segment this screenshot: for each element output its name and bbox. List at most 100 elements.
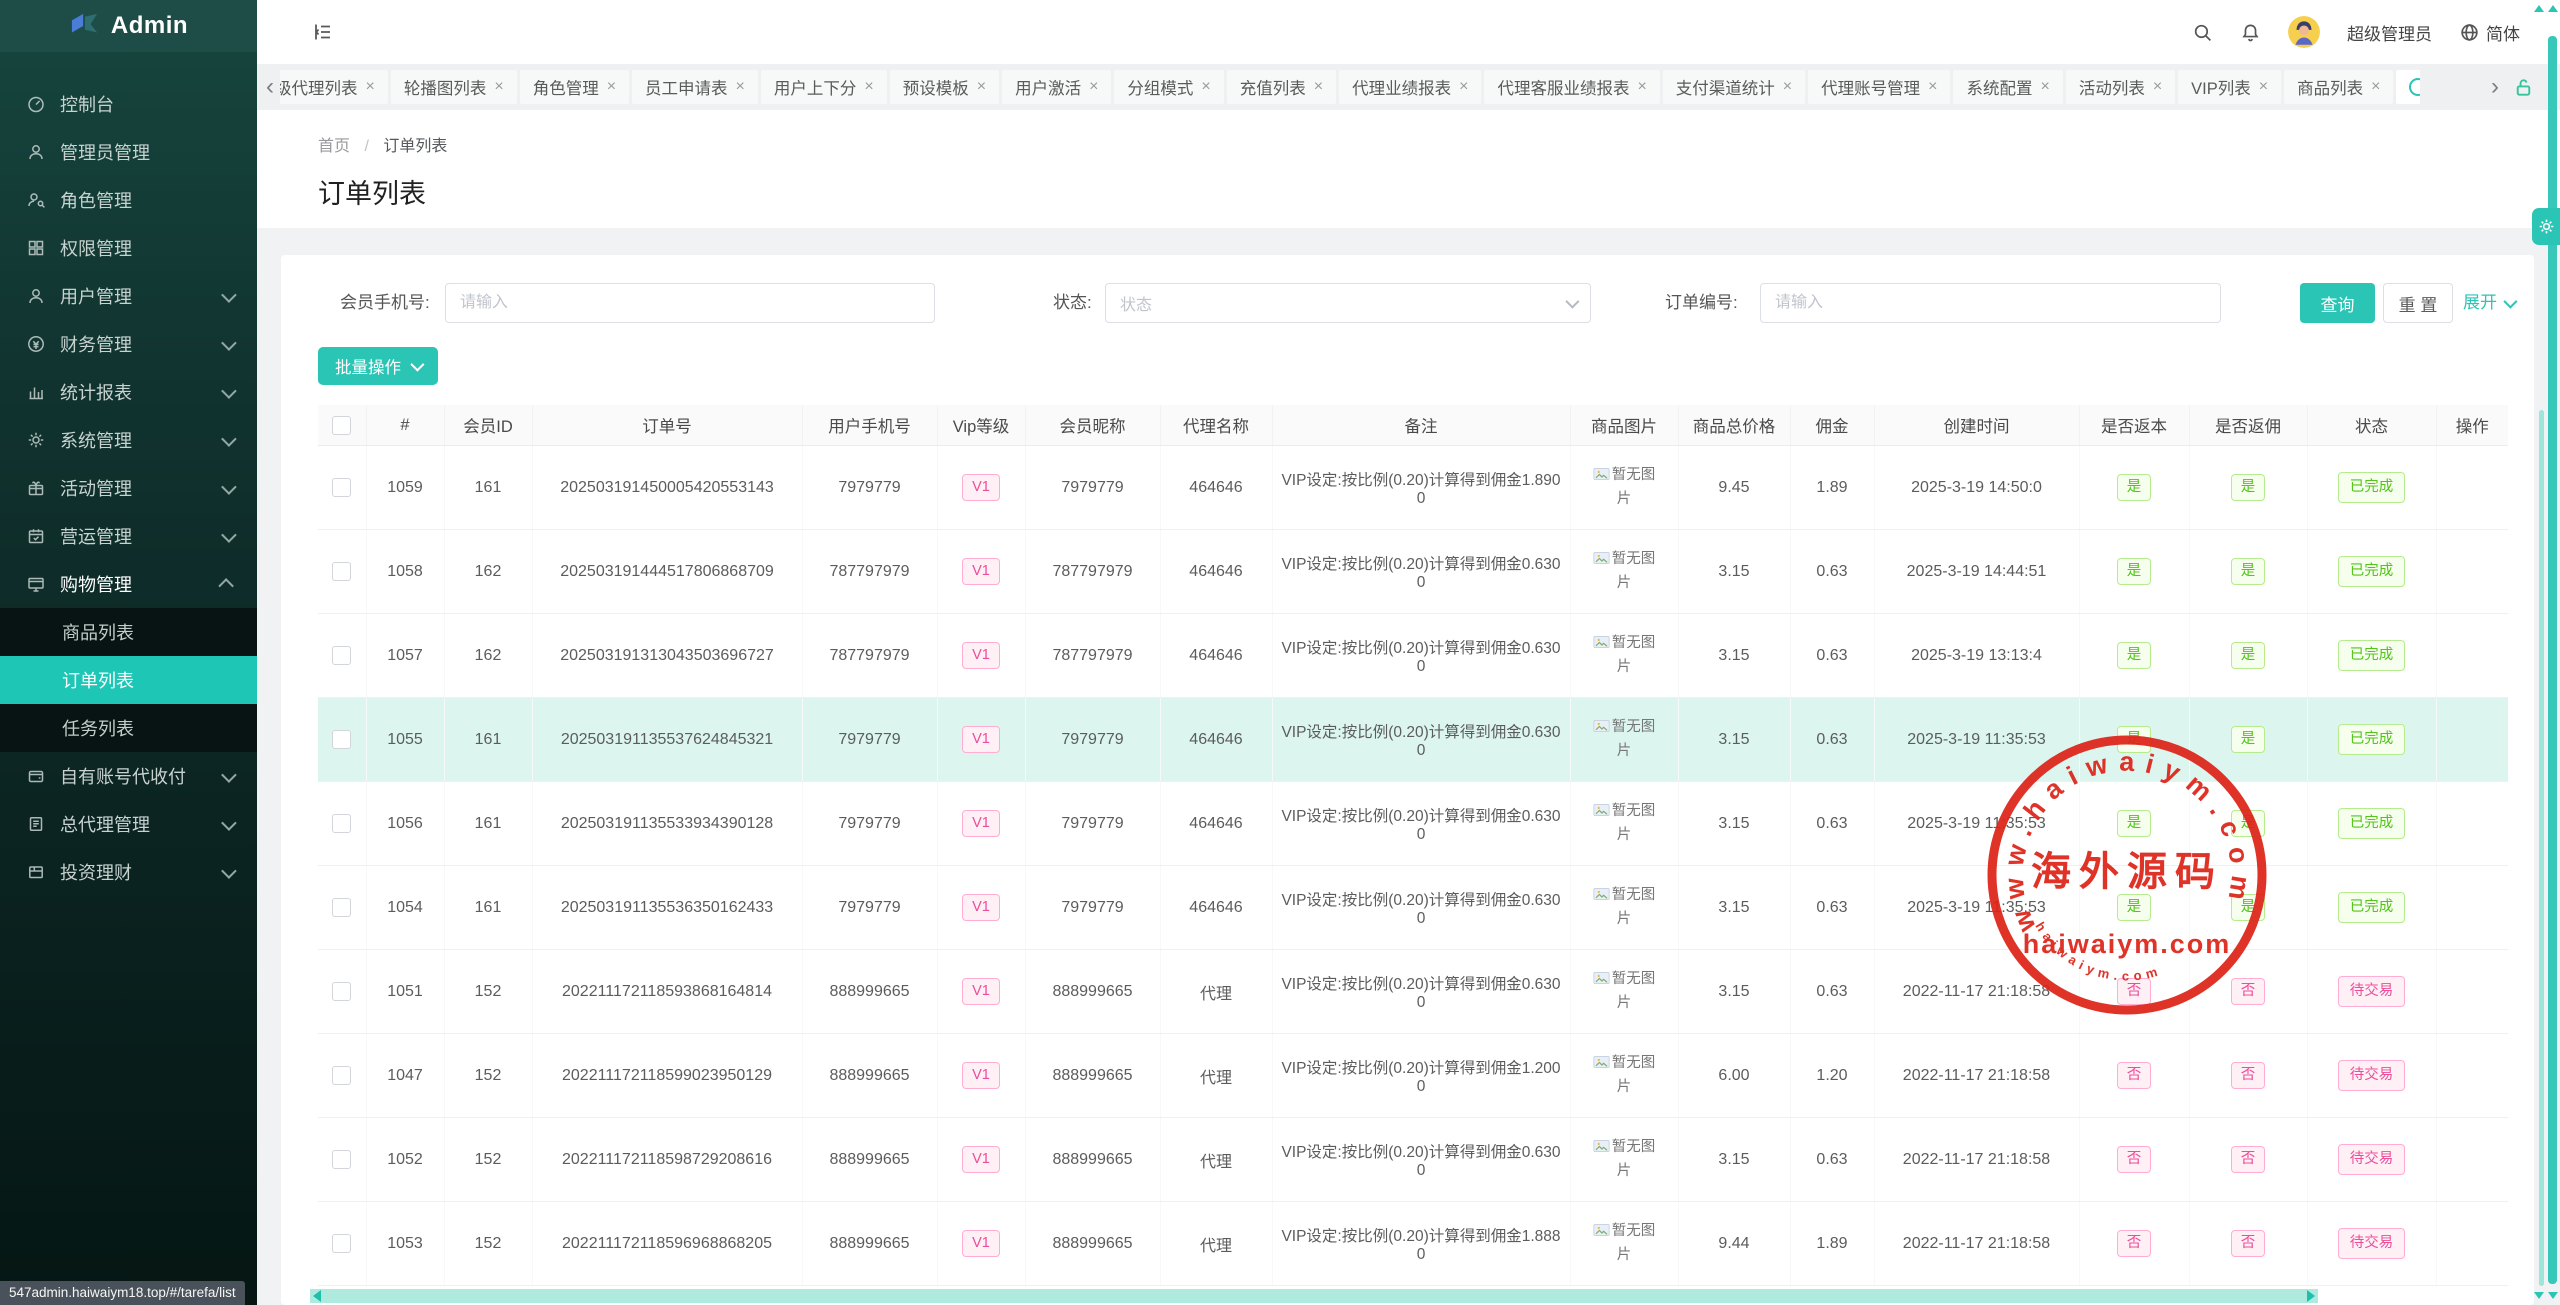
close-icon[interactable]: ×: [1459, 78, 1468, 96]
chevron-down-icon: [221, 383, 237, 399]
bell-icon[interactable]: [2240, 22, 2261, 43]
row-checkbox[interactable]: [332, 1066, 351, 1085]
cell-actions[interactable]: [2436, 530, 2508, 614]
tab-分组模式[interactable]: 分组模式×: [1114, 70, 1223, 104]
sidebar-item-营运管理[interactable]: 营运管理: [0, 512, 257, 560]
close-icon[interactable]: ×: [607, 78, 616, 96]
tab-代理账号管理[interactable]: 代理账号管理×: [1808, 70, 1950, 104]
tab-商品列表[interactable]: 商品列表×: [2284, 70, 2393, 104]
sidebar-item-投资理财[interactable]: 投资理财: [0, 848, 257, 896]
row-checkbox[interactable]: [332, 1234, 351, 1253]
close-icon[interactable]: ×: [2153, 78, 2162, 96]
row-checkbox[interactable]: [332, 646, 351, 665]
scroll-down-icons[interactable]: [2534, 1292, 2558, 1299]
close-icon[interactable]: ×: [1928, 78, 1937, 96]
close-icon[interactable]: ×: [1089, 78, 1098, 96]
tab-订单列表[interactable]: 订单列表×: [2396, 70, 2420, 104]
close-icon[interactable]: ×: [977, 78, 986, 96]
tab-系统配置[interactable]: 系统配置×: [1953, 70, 2062, 104]
sidebar-item-权限管理[interactable]: 权限管理: [0, 224, 257, 272]
close-icon[interactable]: ×: [2259, 78, 2268, 96]
tab-代理业绩报表[interactable]: 代理业绩报表×: [1339, 70, 1481, 104]
cell-actions[interactable]: [2436, 1202, 2508, 1286]
close-icon[interactable]: ×: [2040, 78, 2049, 96]
expand-filters-link[interactable]: 展开: [2463, 283, 2514, 323]
tab-代理客服业绩报表[interactable]: 代理客服业绩报表×: [1484, 70, 1659, 104]
table-vertical-scrollbar[interactable]: [2539, 410, 2544, 1286]
settings-gear-button[interactable]: [2532, 208, 2560, 245]
cell-actions[interactable]: [2436, 782, 2508, 866]
sidebar-item-活动管理[interactable]: 活动管理: [0, 464, 257, 512]
sidebar-item-总代理管理[interactable]: 总代理管理: [0, 800, 257, 848]
current-user-name[interactable]: 超级管理员: [2347, 20, 2432, 45]
row-checkbox[interactable]: [332, 898, 351, 917]
sidebar-item-角色管理[interactable]: 角色管理: [0, 176, 257, 224]
sidebar-item-用户管理[interactable]: 用户管理: [0, 272, 257, 320]
scroll-right-icon[interactable]: [2307, 1290, 2315, 1302]
close-icon[interactable]: ×: [366, 78, 375, 96]
sidebar-subitem-任务列表[interactable]: 任务列表: [0, 704, 257, 752]
app-logo[interactable]: Admin: [0, 0, 257, 52]
tab-级代理列表[interactable]: 级代理列表×: [280, 70, 388, 104]
sidebar-item-统计报表[interactable]: 统计报表: [0, 368, 257, 416]
tab-用户上下分[interactable]: 用户上下分×: [761, 70, 887, 104]
close-icon[interactable]: ×: [1314, 78, 1323, 96]
cell-actions[interactable]: [2436, 698, 2508, 782]
scroll-left-icon[interactable]: [313, 1290, 321, 1302]
sidebar-subitem-商品列表[interactable]: 商品列表: [0, 608, 257, 656]
search-icon[interactable]: [2192, 22, 2213, 43]
sidebar-item-系统管理[interactable]: 系统管理: [0, 416, 257, 464]
row-checkbox[interactable]: [332, 1150, 351, 1169]
language-switcher[interactable]: 简体: [2459, 20, 2520, 45]
sidebar-item-财务管理[interactable]: 财务管理: [0, 320, 257, 368]
scroll-up-icons[interactable]: [2534, 5, 2558, 12]
select-all-checkbox[interactable]: [332, 416, 351, 435]
tab-角色管理[interactable]: 角色管理×: [520, 70, 629, 104]
cell-actions[interactable]: [2436, 1118, 2508, 1202]
search-button[interactable]: 查询: [2300, 283, 2375, 323]
sidebar-subitem-订单列表[interactable]: 订单列表: [0, 656, 257, 704]
tabs-scroll-left-icon[interactable]: ‹: [260, 70, 280, 104]
close-icon[interactable]: ×: [1201, 78, 1210, 96]
breadcrumb-home[interactable]: 首页: [318, 138, 350, 155]
status-filter-select[interactable]: 状态: [1105, 283, 1591, 323]
tab-用户激活[interactable]: 用户激活×: [1002, 70, 1111, 104]
row-checkbox[interactable]: [332, 814, 351, 833]
cell-actions[interactable]: [2436, 950, 2508, 1034]
reset-button[interactable]: 重 置: [2383, 283, 2453, 323]
sidebar-item-购物管理[interactable]: 购物管理: [0, 560, 257, 608]
close-icon[interactable]: ×: [864, 78, 873, 96]
tabs-scroll-right-icon[interactable]: ›: [2485, 70, 2505, 104]
user-avatar[interactable]: [2288, 16, 2320, 48]
cell-product-image: 暂无图片: [1570, 782, 1678, 866]
row-checkbox[interactable]: [332, 562, 351, 581]
cell-actions[interactable]: [2436, 614, 2508, 698]
tab-预设模板[interactable]: 预设模板×: [890, 70, 999, 104]
row-checkbox[interactable]: [332, 730, 351, 749]
sidebar-item-管理员管理[interactable]: 管理员管理: [0, 128, 257, 176]
bulk-actions-button[interactable]: 批量操作: [318, 347, 438, 385]
close-icon[interactable]: ×: [494, 78, 503, 96]
tab-轮播图列表[interactable]: 轮播图列表×: [391, 70, 517, 104]
horizontal-scrollbar[interactable]: [310, 1289, 2318, 1303]
phone-filter-input[interactable]: [445, 283, 935, 323]
row-checkbox[interactable]: [332, 478, 351, 497]
close-icon[interactable]: ×: [2371, 78, 2380, 96]
tab-员工申请表[interactable]: 员工申请表×: [632, 70, 758, 104]
close-icon[interactable]: ×: [1637, 78, 1646, 96]
tab-VIP列表[interactable]: VIP列表×: [2178, 70, 2281, 104]
close-icon[interactable]: ×: [736, 78, 745, 96]
sidebar-collapse-icon[interactable]: [312, 21, 334, 43]
close-icon[interactable]: ×: [1783, 78, 1792, 96]
order-filter-input[interactable]: [1760, 283, 2221, 323]
cell-actions[interactable]: [2436, 866, 2508, 950]
sidebar-item-自有账号代收付[interactable]: 自有账号代收付: [0, 752, 257, 800]
tab-充值列表[interactable]: 充值列表×: [1227, 70, 1336, 104]
row-checkbox[interactable]: [332, 982, 351, 1001]
cell-actions[interactable]: [2436, 446, 2508, 530]
lock-icon[interactable]: [2513, 77, 2534, 98]
sidebar-item-控制台[interactable]: 控制台: [0, 80, 257, 128]
tab-支付渠道统计[interactable]: 支付渠道统计×: [1663, 70, 1805, 104]
cell-actions[interactable]: [2436, 1034, 2508, 1118]
tab-活动列表[interactable]: 活动列表×: [2066, 70, 2175, 104]
